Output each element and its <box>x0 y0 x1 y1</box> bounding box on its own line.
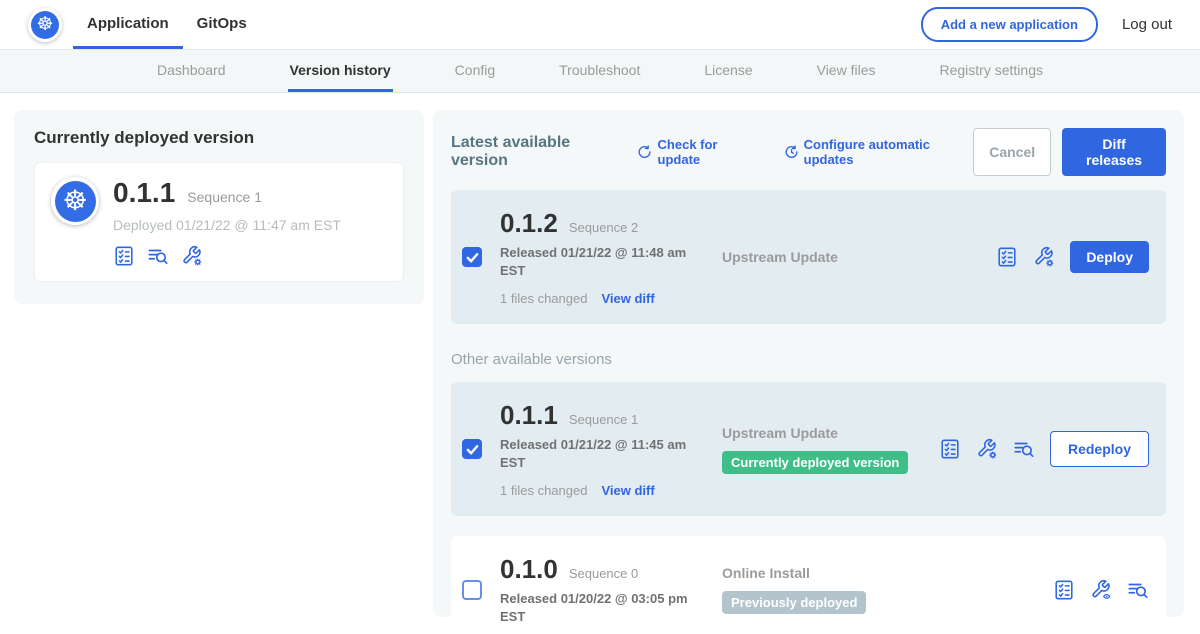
top-tabs: Application GitOps <box>73 0 261 49</box>
add-new-application-button[interactable]: Add a new application <box>921 7 1098 42</box>
deployed-sequence: Sequence 1 <box>187 189 262 205</box>
version-source: Upstream Update <box>722 425 939 441</box>
preflight-checks-icon[interactable] <box>939 438 961 460</box>
redeploy-button[interactable]: Redeploy <box>1050 431 1149 467</box>
deployed-card-title: Currently deployed version <box>34 128 404 148</box>
released-date: Released 01/21/22 @ 11:45 am EST <box>500 436 700 471</box>
view-logs-icon[interactable] <box>147 245 169 267</box>
deployed-timestamp: Deployed 01/21/22 @ 11:47 am EST <box>113 217 341 233</box>
deploy-button[interactable]: Deploy <box>1070 241 1149 273</box>
edit-config-icon[interactable] <box>181 245 203 267</box>
version-number: 0.1.0 <box>500 554 558 585</box>
version-checkbox[interactable] <box>462 439 482 459</box>
version-row: 0.1.2 Sequence 2 Released 01/21/22 @ 11:… <box>451 190 1166 324</box>
auto-update-clock-icon <box>784 144 799 160</box>
released-date: Released 01/20/22 @ 03:05 pm EST <box>500 590 700 625</box>
view-diff-link[interactable]: View diff <box>601 291 654 306</box>
view-logs-icon[interactable] <box>1013 438 1035 460</box>
currently-deployed-badge: Currently deployed version <box>722 451 908 474</box>
check-for-update-label: Check for update <box>658 137 758 167</box>
preflight-checks-icon[interactable] <box>1053 579 1075 601</box>
view-config-icon[interactable] <box>1090 579 1112 601</box>
latest-available-title: Latest available version <box>451 134 621 170</box>
subnav-version-history[interactable]: Version history <box>288 50 393 92</box>
version-sequence: Sequence 2 <box>569 220 638 235</box>
version-row: 0.1.0 Sequence 0 Released 01/20/22 @ 03:… <box>451 536 1166 634</box>
subnav-troubleshoot[interactable]: Troubleshoot <box>557 50 642 92</box>
app-logo: ☸ <box>51 177 99 225</box>
kubernetes-logo[interactable]: ☸ <box>28 8 62 42</box>
version-sequence: Sequence 1 <box>569 412 638 427</box>
version-checkbox[interactable] <box>462 247 482 267</box>
subnav-license[interactable]: License <box>702 50 754 92</box>
version-row: 0.1.1 Sequence 1 Released 01/21/22 @ 11:… <box>451 382 1166 516</box>
version-number: 0.1.2 <box>500 208 558 239</box>
edit-config-icon[interactable] <box>1033 246 1055 268</box>
preflight-checks-icon[interactable] <box>996 246 1018 268</box>
version-sequence: Sequence 0 <box>569 566 638 581</box>
version-source: Upstream Update <box>722 249 996 265</box>
deployed-version-box: ☸ 0.1.1 Sequence 1 Deployed 01/21/22 @ 1… <box>34 162 404 282</box>
refresh-icon <box>637 144 652 160</box>
deployed-version-number: 0.1.1 <box>113 177 175 209</box>
logout-link[interactable]: Log out <box>1122 16 1172 33</box>
version-source: Online Install <box>722 565 1053 581</box>
subnav-view-files[interactable]: View files <box>815 50 878 92</box>
view-logs-icon[interactable] <box>1127 579 1149 601</box>
kubernetes-wheel-icon: ☸ <box>55 181 96 222</box>
files-changed: 1 files changed <box>500 483 587 498</box>
kubernetes-wheel-icon: ☸ <box>31 11 59 39</box>
tab-gitops[interactable]: GitOps <box>183 0 261 49</box>
other-versions-title: Other available versions <box>451 351 1166 368</box>
check-for-update-link[interactable]: Check for update <box>637 137 757 167</box>
configure-updates-label: Configure automatic updates <box>804 137 974 167</box>
files-changed: 1 files changed <box>500 291 587 306</box>
top-nav: ☸ Application GitOps Add a new applicati… <box>0 0 1200 50</box>
subnav-dashboard[interactable]: Dashboard <box>155 50 228 92</box>
diff-releases-button[interactable]: Diff releases <box>1062 128 1166 176</box>
version-number: 0.1.1 <box>500 400 558 431</box>
subnav-registry-settings[interactable]: Registry settings <box>938 50 1045 92</box>
released-date: Released 01/21/22 @ 11:48 am EST <box>500 244 700 279</box>
app-sub-nav: Dashboard Version history Config Trouble… <box>0 50 1200 93</box>
version-checkbox[interactable] <box>462 580 482 600</box>
preflight-checks-icon[interactable] <box>113 245 135 267</box>
tab-application[interactable]: Application <box>73 0 183 49</box>
view-diff-link[interactable]: View diff <box>601 483 654 498</box>
available-versions-card: Latest available version Check for updat… <box>433 110 1184 617</box>
cancel-button[interactable]: Cancel <box>973 128 1051 176</box>
previously-deployed-badge: Previously deployed <box>722 591 866 614</box>
currently-deployed-card: Currently deployed version ☸ 0.1.1 Seque… <box>14 110 424 304</box>
edit-config-icon[interactable] <box>976 438 998 460</box>
configure-automatic-updates-link[interactable]: Configure automatic updates <box>784 137 974 167</box>
subnav-config[interactable]: Config <box>453 50 497 92</box>
